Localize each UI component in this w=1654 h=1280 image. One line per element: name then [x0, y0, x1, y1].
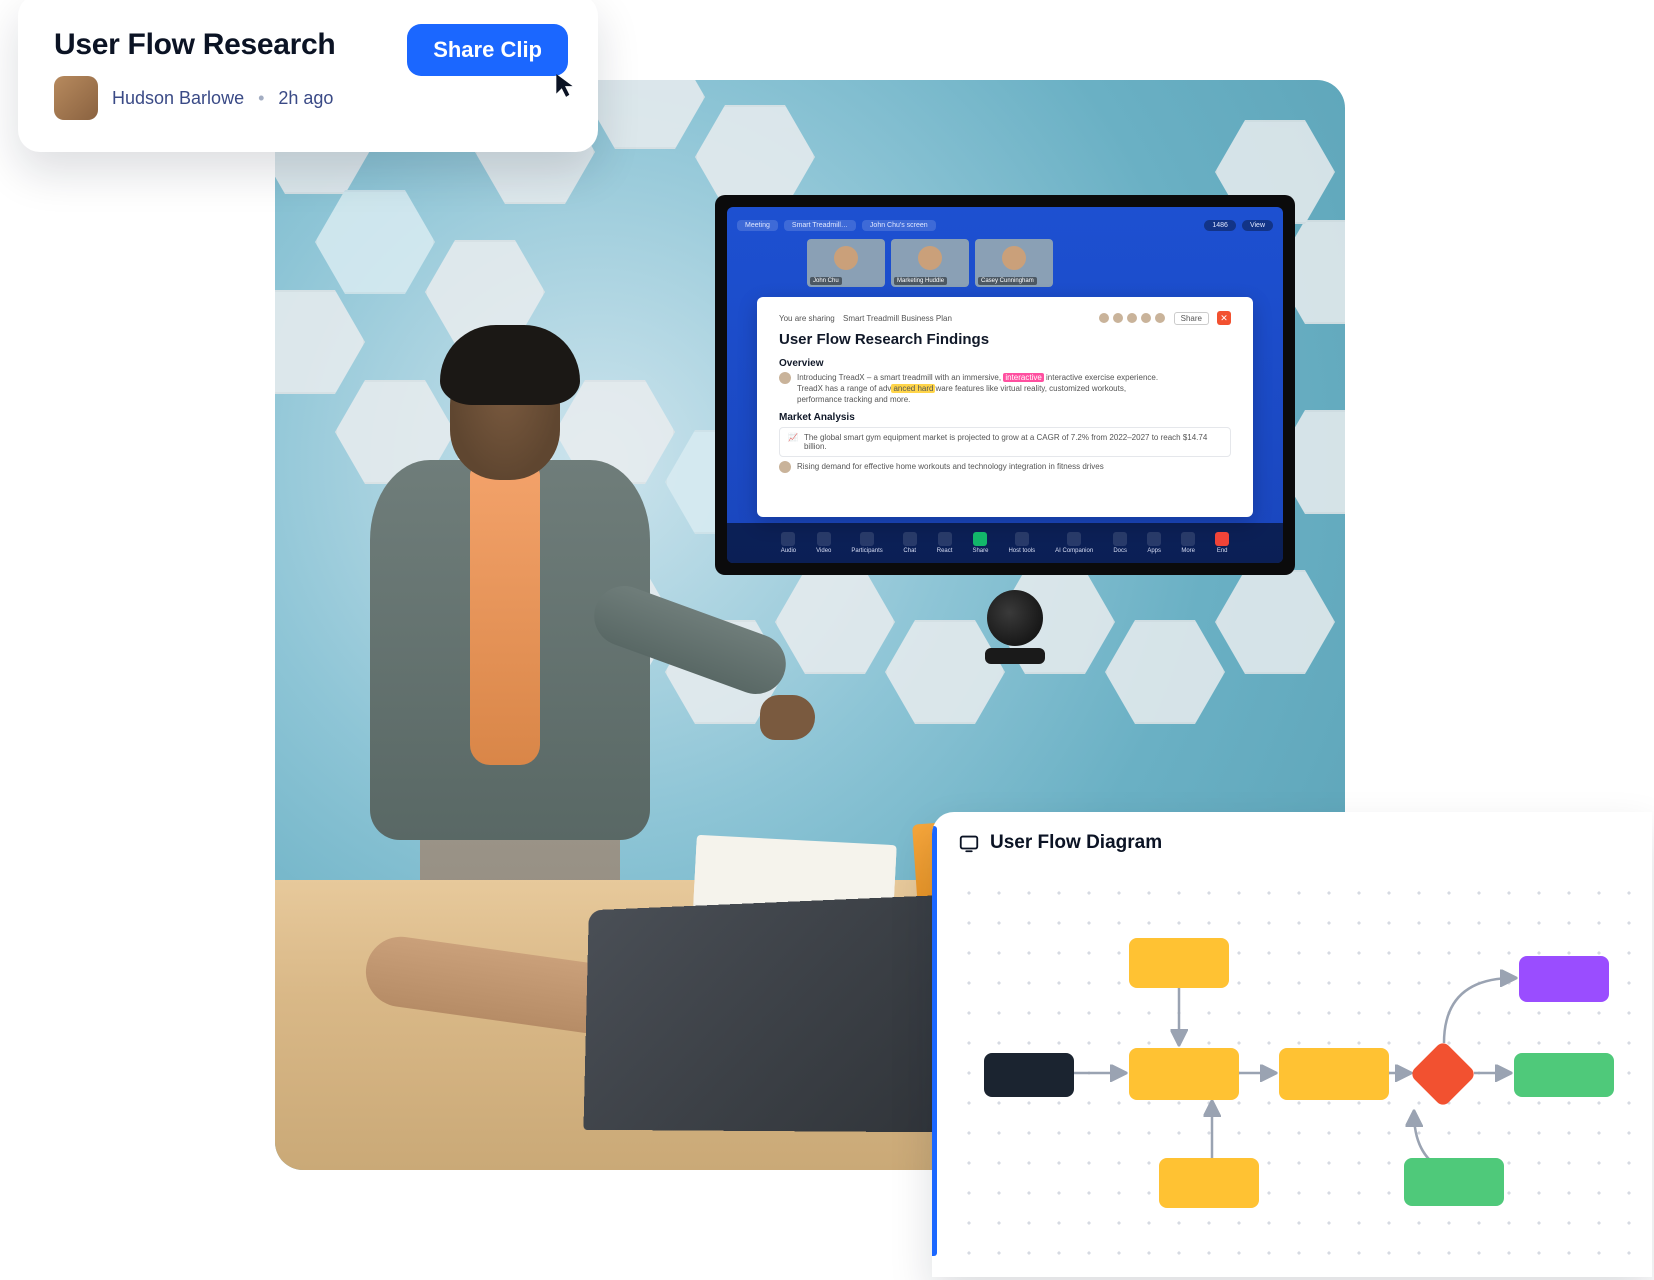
participant-tile[interactable]: [975, 239, 1053, 287]
participant-thumbnails: [807, 239, 1053, 287]
clip-card: User Flow Research Hudson Barlowe • 2h a…: [18, 0, 598, 152]
separator-dot: •: [258, 88, 264, 109]
doc-title: User Flow Research Findings: [779, 331, 1231, 348]
share-screen-icon: [973, 532, 987, 546]
doc-callout: 📈 The global smart gym equipment market …: [779, 427, 1231, 457]
doc-body-text: Rising demand for effective home workout…: [797, 461, 1104, 473]
zoom-toolbar: Audio Video Participants Chat React Shar…: [727, 523, 1283, 563]
author-avatar-icon: [779, 372, 791, 384]
doc-tab[interactable]: Smart Treadmill…: [784, 220, 856, 231]
share-clip-button[interactable]: Share Clip: [407, 24, 568, 76]
screen-tab[interactable]: John Chu's screen: [862, 220, 936, 231]
flow-node[interactable]: [1129, 1048, 1239, 1100]
doc-heading-overview: Overview: [779, 358, 1231, 369]
toolbar-participants[interactable]: Participants: [851, 532, 882, 554]
doc-viewer-avatar: [1098, 312, 1110, 324]
diagram-title: User Flow Diagram: [990, 832, 1162, 854]
flow-node[interactable]: [1279, 1048, 1389, 1100]
participant-tile[interactable]: [807, 239, 885, 287]
toolbar-end[interactable]: End: [1215, 532, 1229, 554]
flow-node[interactable]: [1404, 1158, 1504, 1206]
toolbar-audio[interactable]: Audio: [781, 532, 796, 554]
conference-camera: [975, 590, 1055, 660]
participant-count: 1486: [1204, 220, 1236, 231]
doc-icon: [1113, 532, 1127, 546]
shield-icon: [1015, 532, 1029, 546]
highlight-yellow: anced hard: [891, 384, 935, 393]
toolbar-react[interactable]: React: [937, 532, 953, 554]
toolbar-video[interactable]: Video: [816, 532, 831, 554]
toolbar-docs[interactable]: Docs: [1113, 532, 1127, 554]
meeting-tab[interactable]: Meeting: [737, 220, 778, 231]
toolbar-chat[interactable]: Chat: [903, 532, 917, 554]
people-icon: [860, 532, 874, 546]
camera-icon: [817, 532, 831, 546]
mic-icon: [781, 532, 795, 546]
toolbar-apps[interactable]: Apps: [1147, 532, 1161, 554]
zoom-window-header: Meeting Smart Treadmill… John Chu's scre…: [737, 215, 1273, 235]
flow-start-node[interactable]: [984, 1053, 1074, 1097]
grid-icon: [1147, 532, 1161, 546]
clip-timestamp: 2h ago: [278, 88, 333, 109]
author-name: Hudson Barlowe: [112, 88, 244, 109]
doc-viewer-avatar: [1140, 312, 1152, 324]
zoom-client: Meeting Smart Treadmill… John Chu's scre…: [727, 207, 1283, 563]
doc-share-button[interactable]: Share: [1174, 312, 1209, 325]
end-call-icon: [1215, 532, 1229, 546]
cursor-icon: [554, 72, 576, 98]
doc-heading-market: Market Analysis: [779, 412, 1231, 423]
flow-node[interactable]: [1129, 938, 1229, 988]
chart-icon: 📈: [788, 433, 798, 451]
highlight-pink: interactive: [1003, 373, 1043, 382]
sparkle-icon: [1067, 532, 1081, 546]
panel-accent: [932, 826, 937, 1256]
diagram-canvas[interactable]: [954, 878, 1652, 1277]
doc-viewer-avatar: [1126, 312, 1138, 324]
author-avatar: [54, 76, 98, 120]
doc-viewer-avatar: [1154, 312, 1166, 324]
wall-tv: Meeting Smart Treadmill… John Chu's scre…: [715, 195, 1295, 575]
diagram-panel: User Flow Diagram: [932, 812, 1652, 1277]
laptop: [575, 900, 975, 1160]
sharing-indicator: You are sharing: [779, 314, 835, 323]
doc-viewer-avatar: [1112, 312, 1124, 324]
chat-icon: [903, 532, 917, 546]
shared-document: You are sharing Smart Treadmill Business…: [757, 297, 1253, 517]
flow-node[interactable]: [1519, 956, 1609, 1002]
toolbar-more[interactable]: More: [1181, 532, 1195, 554]
toolbar-share[interactable]: Share: [972, 532, 988, 554]
whiteboard-icon: [958, 832, 980, 854]
view-menu[interactable]: View: [1242, 220, 1273, 231]
toolbar-host[interactable]: Host tools: [1008, 532, 1035, 554]
toolbar-ai[interactable]: AI Companion: [1055, 532, 1093, 554]
emoji-icon: [938, 532, 952, 546]
flow-node[interactable]: [1514, 1053, 1614, 1097]
participant-tile[interactable]: [891, 239, 969, 287]
flow-node[interactable]: [1159, 1158, 1259, 1208]
more-icon: [1181, 532, 1195, 546]
doc-close-button[interactable]: ✕: [1217, 311, 1231, 325]
author-avatar-icon: [779, 461, 791, 473]
sharing-doc-name: Smart Treadmill Business Plan: [843, 314, 952, 323]
doc-body-text: Introducing TreadX – a smart treadmill w…: [797, 372, 1158, 406]
